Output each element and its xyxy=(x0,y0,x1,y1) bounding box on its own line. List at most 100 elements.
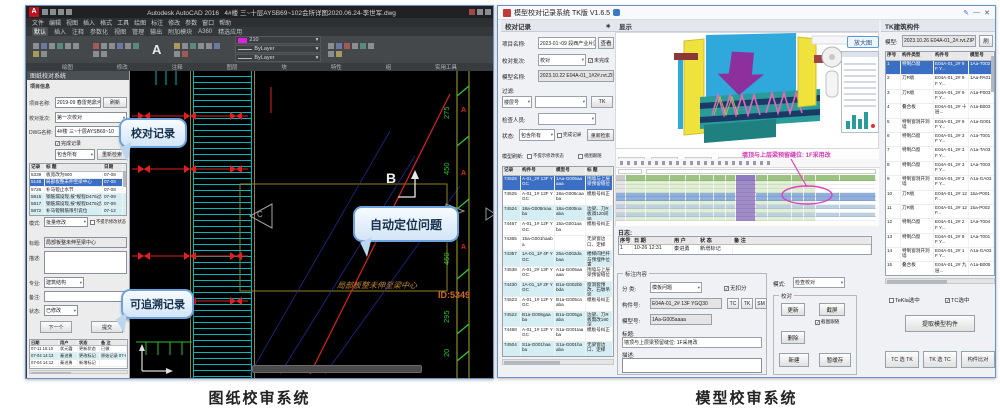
qat-undo-icon[interactable] xyxy=(50,9,56,15)
pin-icon[interactable]: ∗ xyxy=(606,22,611,30)
checker-select[interactable]: ▾ xyxy=(538,113,596,125)
nodeduct-checkbox[interactable]: 无扣分 xyxy=(724,284,747,292)
zoom-slider[interactable] xyxy=(826,71,838,97)
ribbon-group-label[interactable]: 特性 xyxy=(331,63,342,71)
menu-item[interactable]: 修改 xyxy=(168,18,180,27)
table-row[interactable]: 74525A-01_1# 12F YGC18a-G005caaba模板号纠正 xyxy=(503,191,613,206)
properties-palette[interactable] xyxy=(841,51,879,133)
tc-to-tk-button[interactable]: TC 选 TK xyxy=(885,351,919,368)
text-tool-icon[interactable]: A xyxy=(152,42,161,57)
menu-item[interactable]: 标注 xyxy=(151,18,163,27)
new-button[interactable]: 新建 xyxy=(779,353,809,367)
batch-select[interactable]: 第一次校对▾ xyxy=(55,112,127,123)
table-row[interactable]: 5726补马镫止水节07-08 xyxy=(30,187,126,194)
signin-icon[interactable] xyxy=(469,9,475,15)
table-row[interactable]: 5815钢筋漏设现,按"规程D475过水107-09 xyxy=(30,194,126,201)
table-row[interactable]: 5872补马镫钢筋限引说位07-12 xyxy=(30,208,126,215)
table-row[interactable]: 11刀R板E04A-01_2# 12F...15a-P002 xyxy=(886,205,994,219)
tk-model-field[interactable]: 2023.10.26 E04A-01_2#.rvt.ZIP xyxy=(902,35,976,47)
history-table[interactable]: 日期用户状态备 注07-11 15:10状元霞更新状态已做07-04 14:13… xyxy=(29,339,128,369)
table-row[interactable]: 74467A-01_1# 12F YGC15a-G001aaba模板号纠正 xyxy=(503,221,613,236)
mode-select[interactable]: 批量修改▾ xyxy=(44,217,88,227)
close-icon[interactable]: ✕ xyxy=(984,9,990,17)
menu-item[interactable]: 视图 xyxy=(66,18,78,27)
project-select[interactable]: 2023-01~09 段西产业片区2#+02#F▾ xyxy=(538,37,596,49)
ribbon-group-label[interactable]: 块 xyxy=(281,63,287,71)
autocad-logo-icon[interactable]: A xyxy=(29,7,39,17)
unfinished-checkbox[interactable]: 未完成 xyxy=(588,57,609,64)
desc-textarea[interactable] xyxy=(622,358,762,373)
menu-item[interactable]: 绘图 xyxy=(134,18,146,27)
edit-icon[interactable]: ✎ xyxy=(963,9,969,17)
table-row[interactable]: 07-11 15:10状元霞更新状态已做 xyxy=(30,346,127,353)
color-dropdown[interactable]: 210▾ xyxy=(235,36,321,44)
update-button[interactable]: 更新 xyxy=(781,303,805,316)
table-row[interactable]: 15叠合板E04A-01_2# 九层...A1a-B005 xyxy=(886,262,994,276)
formula-bar[interactable] xyxy=(646,169,876,174)
table-row[interactable]: 2刀R板E04A-01_2# 9F Y...1Aa-PA01 xyxy=(886,75,994,89)
menu-item[interactable]: 参数 xyxy=(185,18,197,27)
records-table[interactable]: 记录标 题日期5339板宽改为90007-085148局部板整未伸至梁中心07-… xyxy=(29,163,127,216)
ribbon-group-label[interactable]: 注释 xyxy=(172,63,183,71)
table-row[interactable]: 74538A-01_2# 13F YGCA1a-G005aaaaa围墙与上层梁预… xyxy=(503,267,613,282)
table-row[interactable]: 14特制窗洞开洞墙E04A-01_2# 1F Y...A1a-GA03 xyxy=(886,248,994,262)
table-row[interactable]: 7436515a-G001haaba无梁窗边口、定梯 xyxy=(503,236,613,251)
ribbon-tab[interactable]: 默认 xyxy=(32,27,48,36)
tc-checkbox[interactable]: TC选中 xyxy=(945,296,969,304)
history-hscrollbar[interactable] xyxy=(29,370,128,374)
ribbon-tab[interactable]: 管理 xyxy=(132,27,144,36)
menu-item[interactable]: 工具 xyxy=(117,18,129,27)
tk-refresh-button[interactable]: 刷 xyxy=(979,35,993,47)
table-row[interactable]: 744301A-01_1# 2F YGCB1a-G002bbbda窗洞套预改、石… xyxy=(503,282,613,297)
ribbon-tab[interactable]: 精选应用 xyxy=(218,27,242,36)
ribbon-group-labels[interactable]: 绘图修改注释图层块特性组实用工具 xyxy=(26,63,493,71)
left-hscrollbar[interactable] xyxy=(502,359,614,365)
finish-checkbox[interactable]: 完成记录 xyxy=(557,132,581,138)
table-row[interactable]: 74504S1a-G001haabaS1a-G001haaba无梁窗边口、定梯 xyxy=(503,342,613,357)
model-name-select[interactable]: 2023.10.22 E04A-01_1#2#.rvt.ZIP▾ xyxy=(538,70,614,82)
title-field[interactable]: 局部板整未伸至梁中心 xyxy=(44,237,127,248)
table-row[interactable]: 13特制凸窗E04A-01_2# 8F Y...1Aa-T001 xyxy=(886,234,994,248)
mode-select[interactable]: 检查校对▾ xyxy=(793,277,845,288)
ribbon-tab[interactable]: 插入 xyxy=(54,27,66,36)
table-row[interactable]: 1特制凸窗E04A-01_2# 9F Y...1Aa-T002 xyxy=(886,61,994,75)
ribbon-group-label[interactable]: 组 xyxy=(386,63,392,71)
ribbon-group-label[interactable]: 图层 xyxy=(227,63,238,71)
cache-button[interactable]: 暂缓存 xyxy=(819,353,851,367)
refresh-button[interactable]: 刷新 xyxy=(103,97,127,108)
search-button[interactable]: 重新检索 xyxy=(587,129,614,141)
menu-item[interactable]: 文件 xyxy=(32,18,44,27)
floor-value-select[interactable]: ▾ xyxy=(535,96,587,108)
table-row[interactable]: 8特制凸窗E04A-01_2# 3F Y...1Aa-T003 xyxy=(886,162,994,176)
qat-save-icon[interactable] xyxy=(42,9,48,15)
nohint-checkbox[interactable]: 不提示修改状态 xyxy=(90,219,126,225)
table-row[interactable]: 4叠合板E04A-01_2# 十层...A1a-B003 xyxy=(886,104,994,118)
table-row[interactable]: 74528A-01_2# 13F YGC1Aa-G005aaaaa围墙与上层梁预… xyxy=(503,176,613,191)
batch-select[interactable]: 校对▾ xyxy=(538,54,586,66)
log-table[interactable]: 序号日 期用 户状 态备 注110-26 12:31秦进勇新增标记 xyxy=(618,236,872,255)
sheet-toolbar[interactable] xyxy=(616,159,880,168)
menu-bar[interactable]: 文件编辑视图插入格式工具绘图标注修改参数窗口帮助 xyxy=(26,18,493,27)
component-field[interactable]: E04A-01_2# 13F YGQ30 xyxy=(650,298,722,309)
enlarge-view-button[interactable]: 放大图 xyxy=(847,36,879,48)
view-button[interactable]: 查看 xyxy=(598,37,614,49)
ribbon-group-label[interactable]: 绘图 xyxy=(62,63,73,71)
next-button[interactable]: 下一个 xyxy=(40,321,72,333)
table-row[interactable]: 10刀R板E04A-01_2# 12F...15a-P001 xyxy=(886,191,994,205)
menu-item[interactable]: 插入 xyxy=(83,18,95,27)
screenshot-button[interactable]: 截屏 xyxy=(819,303,845,316)
major-select[interactable]: 建筑结构▾ xyxy=(44,277,84,288)
ribbon-group-label[interactable]: 实用工具 xyxy=(435,63,457,71)
extract-button[interactable]: 提取模型构件 xyxy=(905,315,975,332)
category-select[interactable]: 模板问题▾ xyxy=(650,282,702,293)
delete-button[interactable]: 删除 xyxy=(781,331,805,344)
ribbon-tab[interactable]: 输出 xyxy=(150,27,162,36)
project-select[interactable]: 2019-09 春雷苑鼎河景启动区▾ xyxy=(55,97,101,108)
draw-tools-icons[interactable] xyxy=(32,42,86,58)
tc-button[interactable]: TC xyxy=(727,298,739,309)
ribbon-tab[interactable]: 注释 xyxy=(72,27,84,36)
menu-item[interactable]: 窗口 xyxy=(202,18,214,27)
table-row[interactable]: 3刀R板E04A-01_2# 9F Y...A1a-P003 xyxy=(886,90,994,104)
linetype-dropdown[interactable]: ByLayer▾ xyxy=(235,45,321,53)
status-select[interactable]: 包含所有▾ xyxy=(519,129,555,141)
